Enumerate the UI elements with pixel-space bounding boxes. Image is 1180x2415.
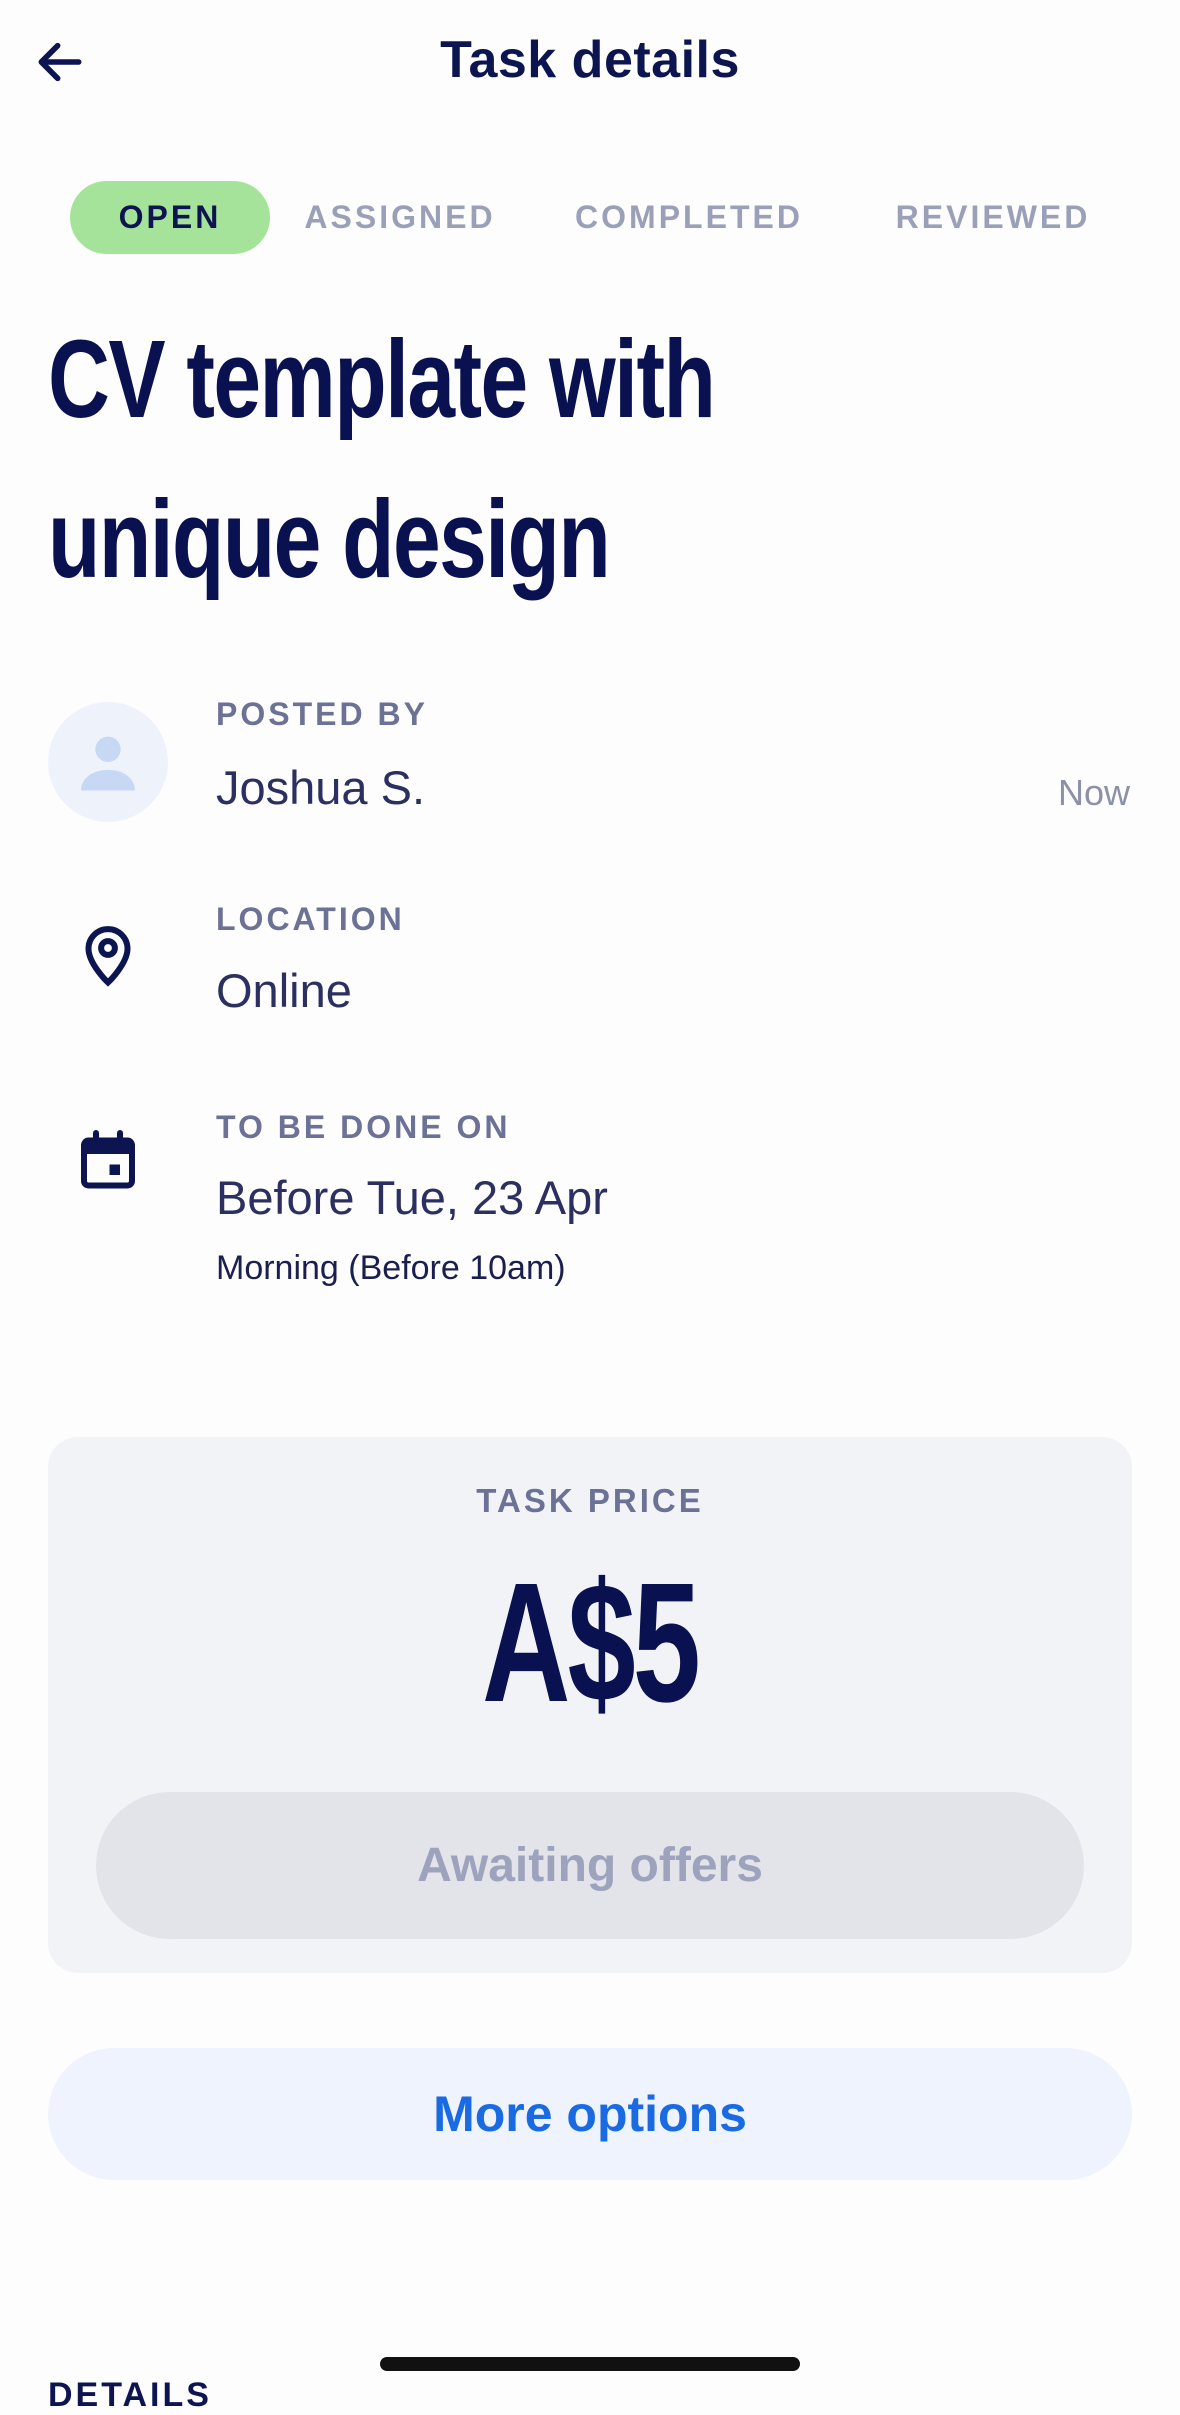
task-title-line-2: unique design xyxy=(48,478,611,601)
task-price-value: A$5 xyxy=(482,1548,701,1738)
task-title: CV template with unique design xyxy=(48,300,867,620)
status-tab-assigned: ASSIGNED xyxy=(304,199,496,235)
status-progress-tabs: OPEN ASSIGNED COMPLETED REVIEWED xyxy=(70,181,1130,254)
schedule-time: Morning (Before 10am) xyxy=(216,1249,566,1287)
user-silhouette-icon xyxy=(81,736,135,791)
posted-by-label: POSTED BY xyxy=(216,696,428,732)
map-pin-icon xyxy=(85,926,131,987)
location-label: LOCATION xyxy=(216,901,405,937)
status-tab-open: OPEN xyxy=(70,181,270,254)
task-price-label: TASK PRICE xyxy=(476,1482,704,1519)
posted-time: Now xyxy=(1057,772,1130,813)
calendar-icon xyxy=(81,1130,135,1189)
page-title: Task details xyxy=(440,31,740,89)
home-indicator[interactable] xyxy=(380,2357,800,2371)
task-title-line-1: CV template with xyxy=(48,318,716,441)
schedule-date: Before Tue, 23 Apr xyxy=(216,1171,608,1224)
more-options-button[interactable]: More options xyxy=(48,2048,1132,2180)
status-tab-completed: COMPLETED xyxy=(575,199,803,235)
calendar-icon-wrap xyxy=(72,1124,144,1196)
location-icon-wrap xyxy=(72,918,144,990)
poster-avatar[interactable] xyxy=(48,702,168,822)
awaiting-offers-button: Awaiting offers xyxy=(96,1792,1084,1939)
poster-name[interactable]: Joshua S. xyxy=(216,760,425,815)
status-tab-reviewed: REVIEWED xyxy=(895,199,1091,235)
location-value: Online xyxy=(216,964,352,1017)
schedule-label: TO BE DONE ON xyxy=(216,1109,511,1145)
